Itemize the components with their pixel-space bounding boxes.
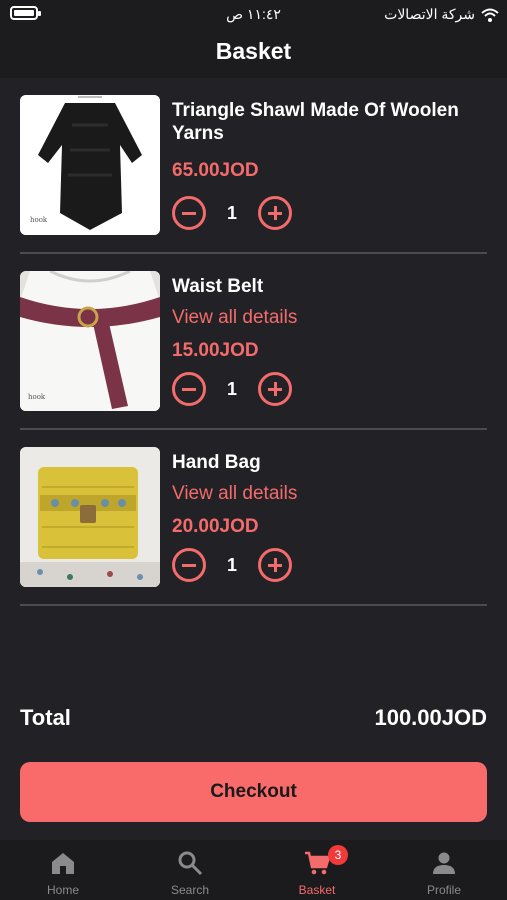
product-price: 15.00JOD <box>172 340 259 361</box>
search-icon <box>178 851 203 876</box>
total-label: Total <box>20 705 71 730</box>
svg-text:hook: hook <box>28 393 46 401</box>
tab-basket[interactable]: 3 Basket <box>254 840 380 900</box>
tab-label: Basket <box>298 883 336 897</box>
header: Basket <box>0 28 507 78</box>
quantity-stepper: 1 <box>172 548 302 582</box>
view-details-link[interactable]: View all details <box>172 483 297 505</box>
product-price: 20.00JOD <box>172 516 259 537</box>
carrier-name: شركة الاتصالات <box>384 6 475 22</box>
basket-item: hook Triangle Shawl Made Of Woolen Yarns… <box>20 78 487 254</box>
status-bar: ١١:٤٢ ص شركة الاتصالات <box>0 0 507 28</box>
tab-search[interactable]: Search <box>127 840 253 900</box>
svg-text:hook: hook <box>30 216 48 224</box>
increase-quantity-button[interactable] <box>258 196 292 230</box>
decrease-quantity-button[interactable] <box>172 372 206 406</box>
decrease-quantity-button[interactable] <box>172 196 206 230</box>
tab-profile[interactable]: Profile <box>381 840 507 900</box>
product-image[interactable] <box>20 447 160 587</box>
total-row: Total 100.00JOD <box>20 705 487 735</box>
decrease-quantity-button[interactable] <box>172 548 206 582</box>
checkout-button[interactable]: Checkout <box>20 762 487 822</box>
person-icon <box>433 852 455 874</box>
tab-label: Profile <box>426 883 461 897</box>
basket-item: hook Waist Belt View all details 15.00JO… <box>20 254 487 430</box>
tab-bar: Home Search 3 Basket Profile <box>0 840 507 900</box>
product-name[interactable]: Hand Bag <box>172 451 472 474</box>
tab-label: Search <box>170 883 210 897</box>
quantity-stepper: 1 <box>172 372 302 406</box>
cart-icon <box>305 851 330 875</box>
carrier-info: شركة الاتصالات <box>384 6 499 23</box>
home-icon <box>52 853 74 874</box>
page-title: Basket <box>215 38 292 64</box>
quantity-value: 1 <box>226 379 237 399</box>
cart-count-badge: 3 <box>328 845 348 865</box>
product-image[interactable]: hook <box>20 271 160 411</box>
basket-item: Hand Bag View all details 20.00JOD 1 <box>20 430 487 606</box>
product-image[interactable]: hook <box>20 95 160 235</box>
product-name[interactable]: Triangle Shawl Made Of Woolen Yarns <box>172 99 472 145</box>
quantity-value: 1 <box>226 555 237 575</box>
quantity-value: 1 <box>226 203 237 223</box>
basket-list: hook Triangle Shawl Made Of Woolen Yarns… <box>20 78 487 606</box>
product-price: 65.00JOD <box>172 160 259 181</box>
tab-label: Home <box>46 883 79 897</box>
product-name[interactable]: Waist Belt <box>172 275 472 298</box>
view-details-link[interactable]: View all details <box>172 307 297 329</box>
increase-quantity-button[interactable] <box>258 548 292 582</box>
total-value: 100.00JOD <box>374 705 487 730</box>
increase-quantity-button[interactable] <box>258 372 292 406</box>
tab-home[interactable]: Home <box>0 840 126 900</box>
wifi-icon <box>481 8 499 22</box>
quantity-stepper: 1 <box>172 196 302 230</box>
